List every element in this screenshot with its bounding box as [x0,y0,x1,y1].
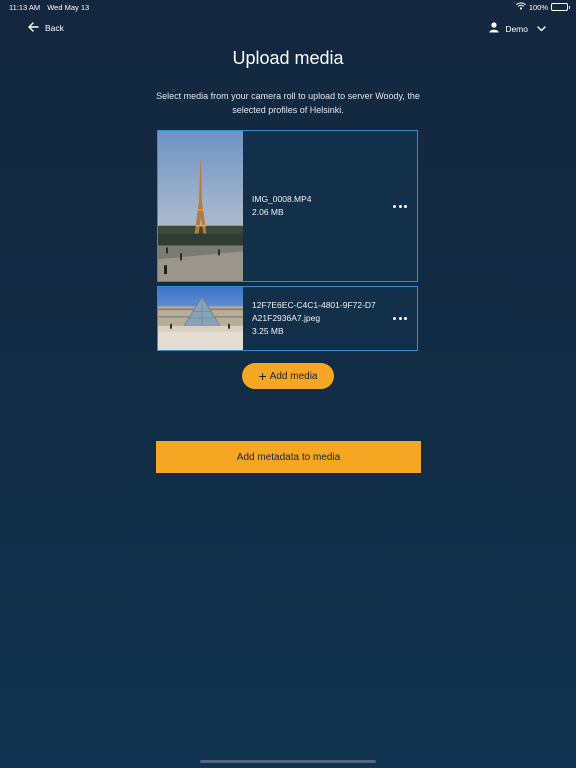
back-button[interactable]: Back [28,22,64,34]
media-info: IMG_0008.MP4 2.06 MB [252,193,377,219]
page-title: Upload media [232,48,344,68]
status-left: 11:13 AM Wed May 13 [9,3,94,12]
home-indicator[interactable] [200,760,376,763]
wifi-icon [515,2,526,12]
add-metadata-button[interactable]: Add metadata to media [156,441,421,473]
media-item[interactable]: IMG_0008.MP4 2.06 MB [157,130,418,282]
more-horizontal-icon[interactable] [393,201,407,211]
add-metadata-label: Add metadata to media [236,451,341,463]
media-info: 12F7E6EC-C4C1-4801-9F72-D7A21F2936A7.jpe… [252,299,377,338]
arrow-left-icon [28,22,39,34]
more-horizontal-icon[interactable] [393,314,407,324]
media-item[interactable]: 12F7E6EC-C4C1-4801-9F72-D7A21F2936A7.jpe… [157,286,418,351]
video-thumbnail [158,131,243,281]
media-file-size: 2.06 MB [252,207,284,217]
person-icon [489,22,500,35]
back-label: Back [45,23,64,33]
add-media-button[interactable]: + Add media [242,363,334,389]
status-date: Wed May 13 [47,3,90,12]
add-media-label: Add media [269,370,318,382]
louvre-pyramid-image [158,287,243,350]
user-name: Demo [505,23,528,34]
eiffel-tower-image [158,131,243,281]
status-bar: 11:13 AM Wed May 13 100% [0,0,576,14]
plus-icon: + [258,368,267,384]
user-menu-button[interactable]: Demo [489,22,546,35]
battery-icon [551,3,570,11]
status-time: 11:13 AM [9,3,41,12]
media-file-name: IMG_0008.MP4 [252,194,312,204]
chevron-down-icon [537,24,546,34]
instructions-text: Select media from your camera roll to up… [156,91,420,115]
media-file-size: 3.25 MB [252,326,284,336]
image-thumbnail [158,287,243,350]
battery-percent: 100% [528,2,548,12]
status-right: 100% [515,2,570,12]
media-file-name: 12F7E6EC-C4C1-4801-9F72-D7A21F2936A7.jpe… [252,300,376,323]
